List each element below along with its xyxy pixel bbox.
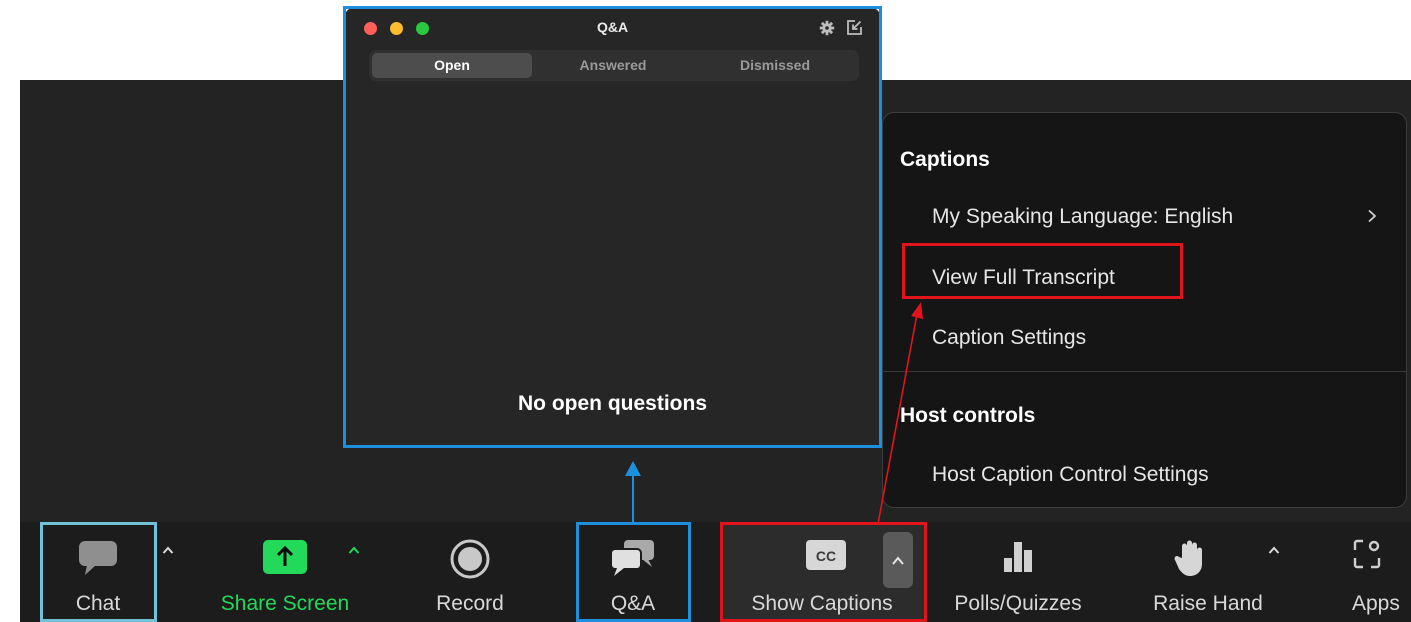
chat-highlight (40, 522, 157, 622)
raise-hand-label: Raise Hand (1153, 592, 1263, 615)
qa-connector-arrowhead (625, 461, 641, 476)
apps-icon (1352, 538, 1382, 578)
share-screen-button[interactable]: Share Screen (200, 522, 370, 622)
reactions-options-caret-icon[interactable] (1268, 545, 1280, 555)
record-button[interactable]: Record (410, 522, 530, 622)
qa-connector-line (632, 475, 634, 525)
record-icon (449, 538, 491, 586)
polls-quizzes-label: Polls/Quizzes (954, 592, 1082, 615)
bar-chart-icon (1000, 538, 1036, 580)
chevron-right-icon (1367, 207, 1377, 228)
show-captions-highlight (720, 522, 927, 622)
host-caption-settings-item[interactable]: Host Caption Control Settings (932, 463, 1209, 487)
share-options-caret-icon[interactable] (348, 545, 360, 555)
caption-settings-item[interactable]: Caption Settings (932, 326, 1086, 350)
hand-icon (1172, 538, 1208, 584)
share-screen-icon (262, 538, 308, 582)
polls-quizzes-button[interactable]: Polls/Quizzes (938, 522, 1098, 622)
captions-heading: Captions (900, 148, 990, 171)
share-screen-label: Share Screen (220, 592, 350, 615)
apps-label: Apps (1352, 592, 1400, 615)
raise-hand-button[interactable]: Raise Hand (1130, 522, 1286, 622)
transcript-pointer-arrow (877, 302, 923, 525)
speaking-language-item[interactable]: My Speaking Language: English (932, 205, 1233, 229)
menu-divider (883, 371, 1406, 372)
record-label: Record (436, 592, 504, 615)
captions-menu: Captions My Speaking Language: English V… (882, 112, 1407, 508)
view-transcript-highlight (902, 243, 1183, 299)
chat-options-caret-icon[interactable] (162, 545, 174, 555)
apps-button[interactable]: Apps (1346, 522, 1411, 622)
qa-button-highlight (576, 522, 691, 622)
qa-window-highlight (343, 6, 882, 448)
